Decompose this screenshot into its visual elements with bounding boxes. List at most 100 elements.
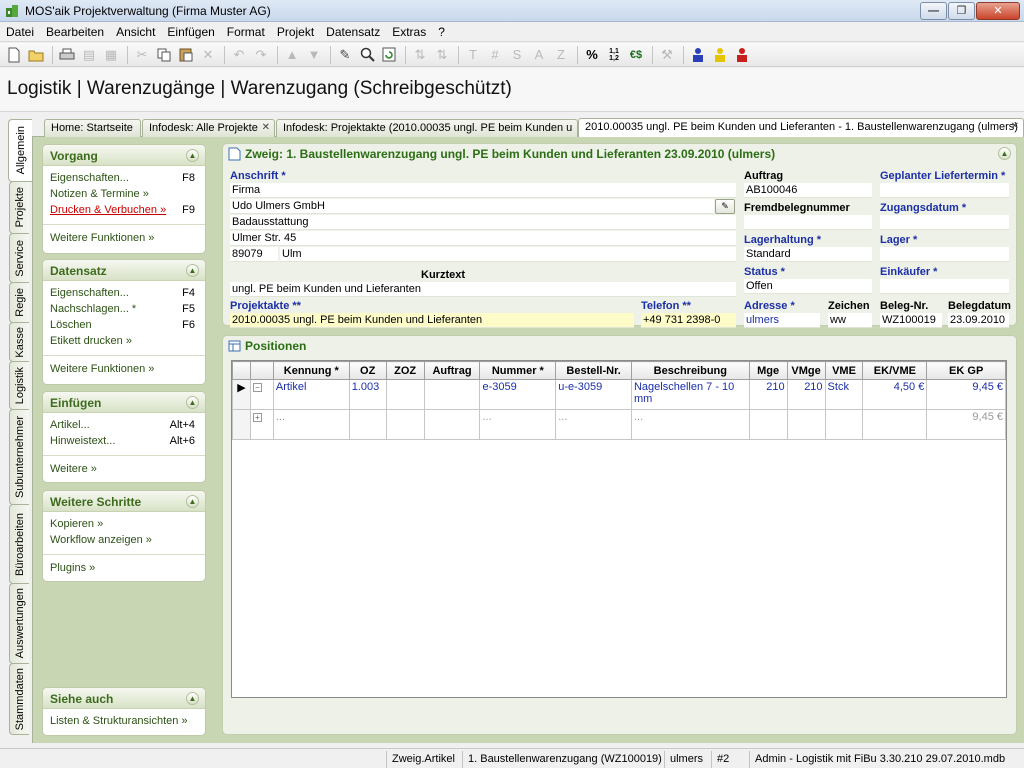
cell-ek-vme[interactable]: 4,50 €	[862, 379, 928, 410]
delete-icon[interactable]: ✕	[198, 45, 218, 65]
col-kennung[interactable]: Kennung *	[272, 361, 350, 380]
menu-datensatz[interactable]: Datensatz	[320, 25, 386, 39]
tools-icon[interactable]: ⚒	[657, 45, 677, 65]
cell-vmge[interactable]	[786, 409, 826, 440]
col-vme[interactable]: VME	[824, 361, 864, 380]
action-weitere-funktionen[interactable]: Weitere Funktionen »	[43, 361, 205, 377]
col-ek-vme[interactable]: EK/VME	[862, 361, 928, 380]
action-hinweistext[interactable]: Hinweistext... Alt+6	[43, 433, 205, 449]
belegdatum-field[interactable]: 23.09.2010	[948, 313, 1009, 328]
decimals-icon[interactable]: 1,1 1,2	[604, 45, 624, 65]
collapse-icon[interactable]: ▲	[186, 264, 199, 277]
action-weitere[interactable]: Weitere »	[43, 461, 205, 477]
action-eigenschaften[interactable]: Eigenschaften... F4	[43, 285, 205, 301]
user-blue-icon[interactable]	[688, 45, 708, 65]
cell-beschreibung[interactable]: ...	[630, 409, 750, 440]
cell-beschreibung[interactable]: Nagelschellen 7 - 10 mm	[630, 379, 750, 410]
action-workflow-anzeigen[interactable]: Workflow anzeigen »	[43, 532, 205, 548]
cell-bestell-nr[interactable]: u-e-3059	[555, 379, 632, 410]
action-eigenschaften[interactable]: Eigenschaften... F8	[43, 170, 205, 186]
row-selector[interactable]	[232, 409, 251, 440]
cell-mge[interactable]	[748, 409, 788, 440]
zugangsdatum-field[interactable]	[880, 215, 1009, 230]
row-expand[interactable]: +	[249, 409, 274, 440]
percent-icon[interactable]: %	[582, 45, 602, 65]
open-folder-icon[interactable]	[26, 45, 46, 65]
menu-extras[interactable]: Extras	[386, 25, 432, 39]
lager-field[interactable]	[880, 247, 1009, 262]
table-row[interactable]: ▶ − Artikel 1.003 e-3059 u-e-3059 Nagels…	[232, 379, 1006, 410]
doc-tab-startseite[interactable]: Home: Startseite	[44, 119, 141, 137]
a-icon[interactable]: A	[529, 45, 549, 65]
cell-mge[interactable]: 210	[748, 379, 788, 410]
cell-vmge[interactable]: 210	[786, 379, 826, 410]
liefertermin-field[interactable]	[880, 183, 1009, 198]
panel-title[interactable]: Datensatz ▲	[43, 260, 205, 281]
address-line-4[interactable]: Ulmer Str. 45	[230, 231, 736, 246]
cell-oz[interactable]	[348, 409, 387, 440]
collapse-icon[interactable]: ▲	[186, 149, 199, 162]
address-lookup-button[interactable]: ✎	[715, 199, 735, 214]
side-tab-auswertungen[interactable]: Auswertungen	[9, 583, 29, 664]
refresh-icon[interactable]	[379, 45, 399, 65]
cell-vme[interactable]	[824, 409, 864, 440]
side-tab-bueroarbeiten[interactable]: Büroarbeiten	[9, 504, 29, 584]
cell-ek-vme[interactable]	[862, 409, 928, 440]
address-line-2[interactable]: Udo Ulmers GmbH	[230, 199, 714, 214]
collapse-icon[interactable]: ▲	[186, 396, 199, 409]
address-line-3[interactable]: Badausstattung	[230, 215, 736, 230]
close-tab-icon[interactable]: ✕	[262, 122, 270, 133]
cell-vme[interactable]: Stck	[824, 379, 864, 410]
panel-title[interactable]: Vorgang ▲	[43, 145, 205, 166]
copy-icon[interactable]	[154, 45, 174, 65]
print-preview-icon[interactable]: ▤	[79, 45, 99, 65]
side-tab-allgemein[interactable]: Allgemein	[8, 119, 32, 182]
maximize-button[interactable]: ❐	[948, 1, 975, 20]
col-vmge[interactable]: VMge	[786, 361, 826, 380]
table-row[interactable]: + ... ... ... ... 9,45 €	[232, 409, 1006, 440]
cell-bestell-nr[interactable]: ...	[555, 409, 632, 440]
row-expand[interactable]: −	[249, 379, 274, 410]
auftrag-field[interactable]: AB100046	[744, 183, 872, 198]
panel-title[interactable]: Weitere Schritte ▲	[43, 491, 205, 512]
action-artikel[interactable]: Artikel... Alt+4	[43, 417, 205, 433]
col-zoz[interactable]: ZOZ	[385, 361, 425, 380]
address-line-1[interactable]: Firma	[230, 183, 736, 198]
cell-zoz[interactable]	[385, 379, 425, 410]
text-icon[interactable]: T	[463, 45, 483, 65]
user-red-icon[interactable]	[732, 45, 752, 65]
menu-einfuegen[interactable]: Einfügen	[161, 25, 220, 39]
move-up-icon[interactable]: ▲	[282, 45, 302, 65]
user-yellow-icon[interactable]	[710, 45, 730, 65]
menu-format[interactable]: Format	[221, 25, 271, 39]
expand-row-icon[interactable]: +	[252, 413, 262, 422]
ort-field[interactable]: Ulm	[280, 247, 736, 262]
plz-field[interactable]: 89079	[230, 247, 278, 262]
cell-kennung[interactable]: Artikel	[272, 379, 350, 410]
paste-icon[interactable]	[176, 45, 196, 65]
col-nummer[interactable]: Nummer *	[479, 361, 557, 380]
doc-tab-warenzugang[interactable]: 2010.00035 ungl. PE beim Kunden und Lief…	[578, 118, 1024, 138]
action-etikett-drucken[interactable]: Etikett drucken »	[43, 333, 205, 349]
side-tab-logistik[interactable]: Logistik	[9, 361, 29, 410]
cell-auftrag[interactable]	[423, 379, 481, 410]
col-mge[interactable]: Mge	[748, 361, 788, 380]
new-document-icon[interactable]	[4, 45, 24, 65]
redo-icon[interactable]: ↷	[251, 45, 271, 65]
col-beschreibung[interactable]: Beschreibung	[630, 361, 750, 380]
move-down-icon[interactable]: ▼	[304, 45, 324, 65]
pencil-icon[interactable]: ✎	[335, 45, 355, 65]
cell-oz[interactable]: 1.003	[348, 379, 387, 410]
currency-icon[interactable]: €$	[626, 45, 646, 65]
action-kopieren[interactable]: Kopieren »	[43, 516, 205, 532]
collapse-icon[interactable]: ▲	[998, 147, 1011, 160]
collapse-icon[interactable]: ▲	[186, 495, 199, 508]
action-plugins[interactable]: Plugins »	[43, 560, 205, 576]
close-button[interactable]: ✕	[976, 1, 1020, 20]
side-tab-kasse[interactable]: Kasse	[9, 322, 29, 362]
side-tab-service[interactable]: Service	[9, 233, 29, 283]
minimize-button[interactable]: —	[920, 1, 947, 20]
zeichen-field[interactable]: ww	[828, 313, 872, 328]
telefon-field[interactable]: +49 731 2398-0	[641, 313, 736, 328]
col-auftrag[interactable]: Auftrag	[423, 361, 481, 380]
